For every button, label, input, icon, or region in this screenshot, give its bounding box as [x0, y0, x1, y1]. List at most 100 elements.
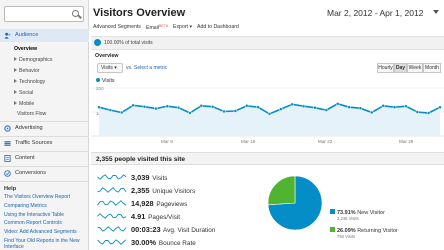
metric-name: Bounce Rate: [157, 240, 196, 247]
data-point[interactable]: [347, 105, 351, 109]
legend-swatch: [330, 227, 335, 232]
x-tick-label: Mar 22: [318, 139, 333, 144]
sidebar-item-overview[interactable]: Overview: [14, 46, 37, 52]
legend-count: 793 Visits: [337, 234, 356, 239]
data-point[interactable]: [358, 106, 363, 110]
metric-name: Avg. Visit Duration: [161, 227, 216, 234]
sparkline: [97, 187, 127, 193]
data-point[interactable]: [335, 102, 340, 106]
sidebar-search-input[interactable]: [4, 6, 84, 22]
data-point[interactable]: [188, 111, 192, 115]
users-icon: [4, 32, 11, 39]
email-label: Email: [146, 25, 159, 31]
summary-title: 2,355 people visited this site: [96, 156, 186, 163]
data-point[interactable]: [131, 103, 135, 108]
data-point[interactable]: [210, 104, 215, 109]
expand-icon: [14, 68, 17, 72]
pie-legend-new: 73.91% New Visitor 2,246 Visits: [330, 209, 385, 221]
sidebar-section-label: Content: [15, 155, 35, 161]
vs-label: vs.: [126, 65, 133, 71]
range-day[interactable]: Day: [394, 63, 407, 73]
sidebar-item-technology[interactable]: Technology: [14, 79, 45, 85]
data-point[interactable]: [438, 105, 442, 109]
data-point[interactable]: [381, 104, 385, 108]
chevron-down-icon[interactable]: [433, 10, 439, 14]
legend-label: Returning Visitor: [357, 228, 398, 234]
chevron-down-icon: ▾: [114, 65, 117, 71]
data-point[interactable]: [426, 111, 431, 115]
metric-number: 4.91: [131, 212, 146, 221]
x-tick-label: Mar 8: [161, 139, 173, 144]
segment-icon: [94, 39, 101, 46]
select-metric-link[interactable]: Select a metric: [134, 65, 167, 71]
data-point[interactable]: [97, 105, 101, 109]
pie-legend-returning: 26.09% Returning Visitor 793 Visits: [330, 227, 398, 239]
add-to-dashboard-button[interactable]: Add to Dashboard: [197, 24, 239, 30]
data-point[interactable]: [222, 109, 226, 114]
visitor-type-pie-chart: [267, 175, 323, 231]
data-point[interactable]: [313, 105, 317, 110]
metric-value: 3,039 Visits: [131, 173, 167, 182]
data-point[interactable]: [233, 109, 238, 113]
data-point[interactable]: [256, 105, 260, 109]
x-tick-label: Mar 15: [241, 139, 256, 144]
x-tick-label: Mar 29: [399, 139, 414, 144]
range-week[interactable]: Week: [407, 63, 423, 73]
help-link[interactable]: Find Your Old Reports in the New Interfa…: [4, 238, 88, 250]
segment-label: 100.00% of total visits: [104, 40, 153, 46]
content-icon: [4, 155, 11, 162]
chevron-down-icon: ▾: [189, 24, 193, 30]
data-point[interactable]: [290, 102, 294, 107]
sidebar-section-traffic-sources[interactable]: Traffic Sources: [0, 137, 89, 150]
visits-area: [99, 103, 440, 136]
data-point[interactable]: [165, 104, 169, 108]
data-point[interactable]: [245, 104, 249, 108]
help-link[interactable]: The Visitors Overview Report: [4, 194, 88, 200]
metric-name: Visits: [150, 175, 168, 182]
data-point[interactable]: [119, 110, 124, 115]
help-link[interactable]: Using the Interactive Table: [4, 212, 88, 218]
help-link[interactable]: Video: Add Advanced Segments: [4, 229, 88, 235]
data-point[interactable]: [404, 104, 408, 108]
advanced-segments-button[interactable]: Advanced Segments: [93, 24, 141, 30]
sidebar-item-mobile[interactable]: Mobile: [14, 101, 34, 107]
data-point[interactable]: [370, 110, 374, 115]
metric-value: 4.91 Pages/Visit: [131, 212, 180, 221]
sidebar-item-social[interactable]: Social: [14, 90, 33, 96]
data-point[interactable]: [154, 106, 158, 111]
sparkline: [97, 213, 127, 219]
sidebar-section-advertising[interactable]: Advertising: [0, 122, 89, 135]
pie-slice-returning-visitor[interactable]: [267, 175, 296, 206]
expand-icon: [14, 79, 17, 83]
sidebar-section-audience[interactable]: Audience: [0, 29, 89, 42]
sidebar-item-behavior[interactable]: Behavior: [14, 68, 39, 74]
help-link[interactable]: Common Report Controls: [4, 220, 88, 226]
data-point[interactable]: [142, 104, 147, 109]
date-range-picker[interactable]: Mar 2, 2012 - Apr 1, 2012: [327, 8, 423, 18]
range-hourly[interactable]: Hourly: [377, 63, 394, 73]
sparkline: [97, 200, 127, 206]
help-link[interactable]: Comparing Metrics: [4, 203, 88, 209]
sidebar-item-demographics[interactable]: Demographics: [14, 57, 52, 63]
data-point[interactable]: [267, 112, 272, 116]
sidebar-item-visitors-flow[interactable]: Visitors Flow: [17, 111, 46, 117]
sidebar-section-content[interactable]: Content: [0, 152, 89, 165]
metric-select[interactable]: Visits ▾: [97, 63, 123, 73]
data-point[interactable]: [199, 104, 204, 108]
sidebar-item-label: Visitors Flow: [17, 111, 47, 117]
data-point[interactable]: [392, 105, 397, 109]
tab-overview[interactable]: Overview: [95, 53, 119, 59]
data-point[interactable]: [108, 108, 113, 112]
data-point[interactable]: [176, 105, 181, 110]
export-button[interactable]: Export ▾: [173, 24, 192, 30]
data-point[interactable]: [415, 110, 420, 114]
sparkline: [97, 226, 127, 232]
range-month[interactable]: Month: [423, 63, 441, 73]
data-point[interactable]: [279, 107, 283, 111]
data-point[interactable]: [301, 104, 306, 108]
email-button[interactable]: EmailBETA: [146, 24, 168, 31]
metric-number: 14,928: [131, 199, 154, 208]
data-point[interactable]: [324, 108, 329, 112]
visits-line-chart: [91, 87, 444, 137]
sidebar-section-conversions[interactable]: Conversions: [0, 167, 89, 180]
